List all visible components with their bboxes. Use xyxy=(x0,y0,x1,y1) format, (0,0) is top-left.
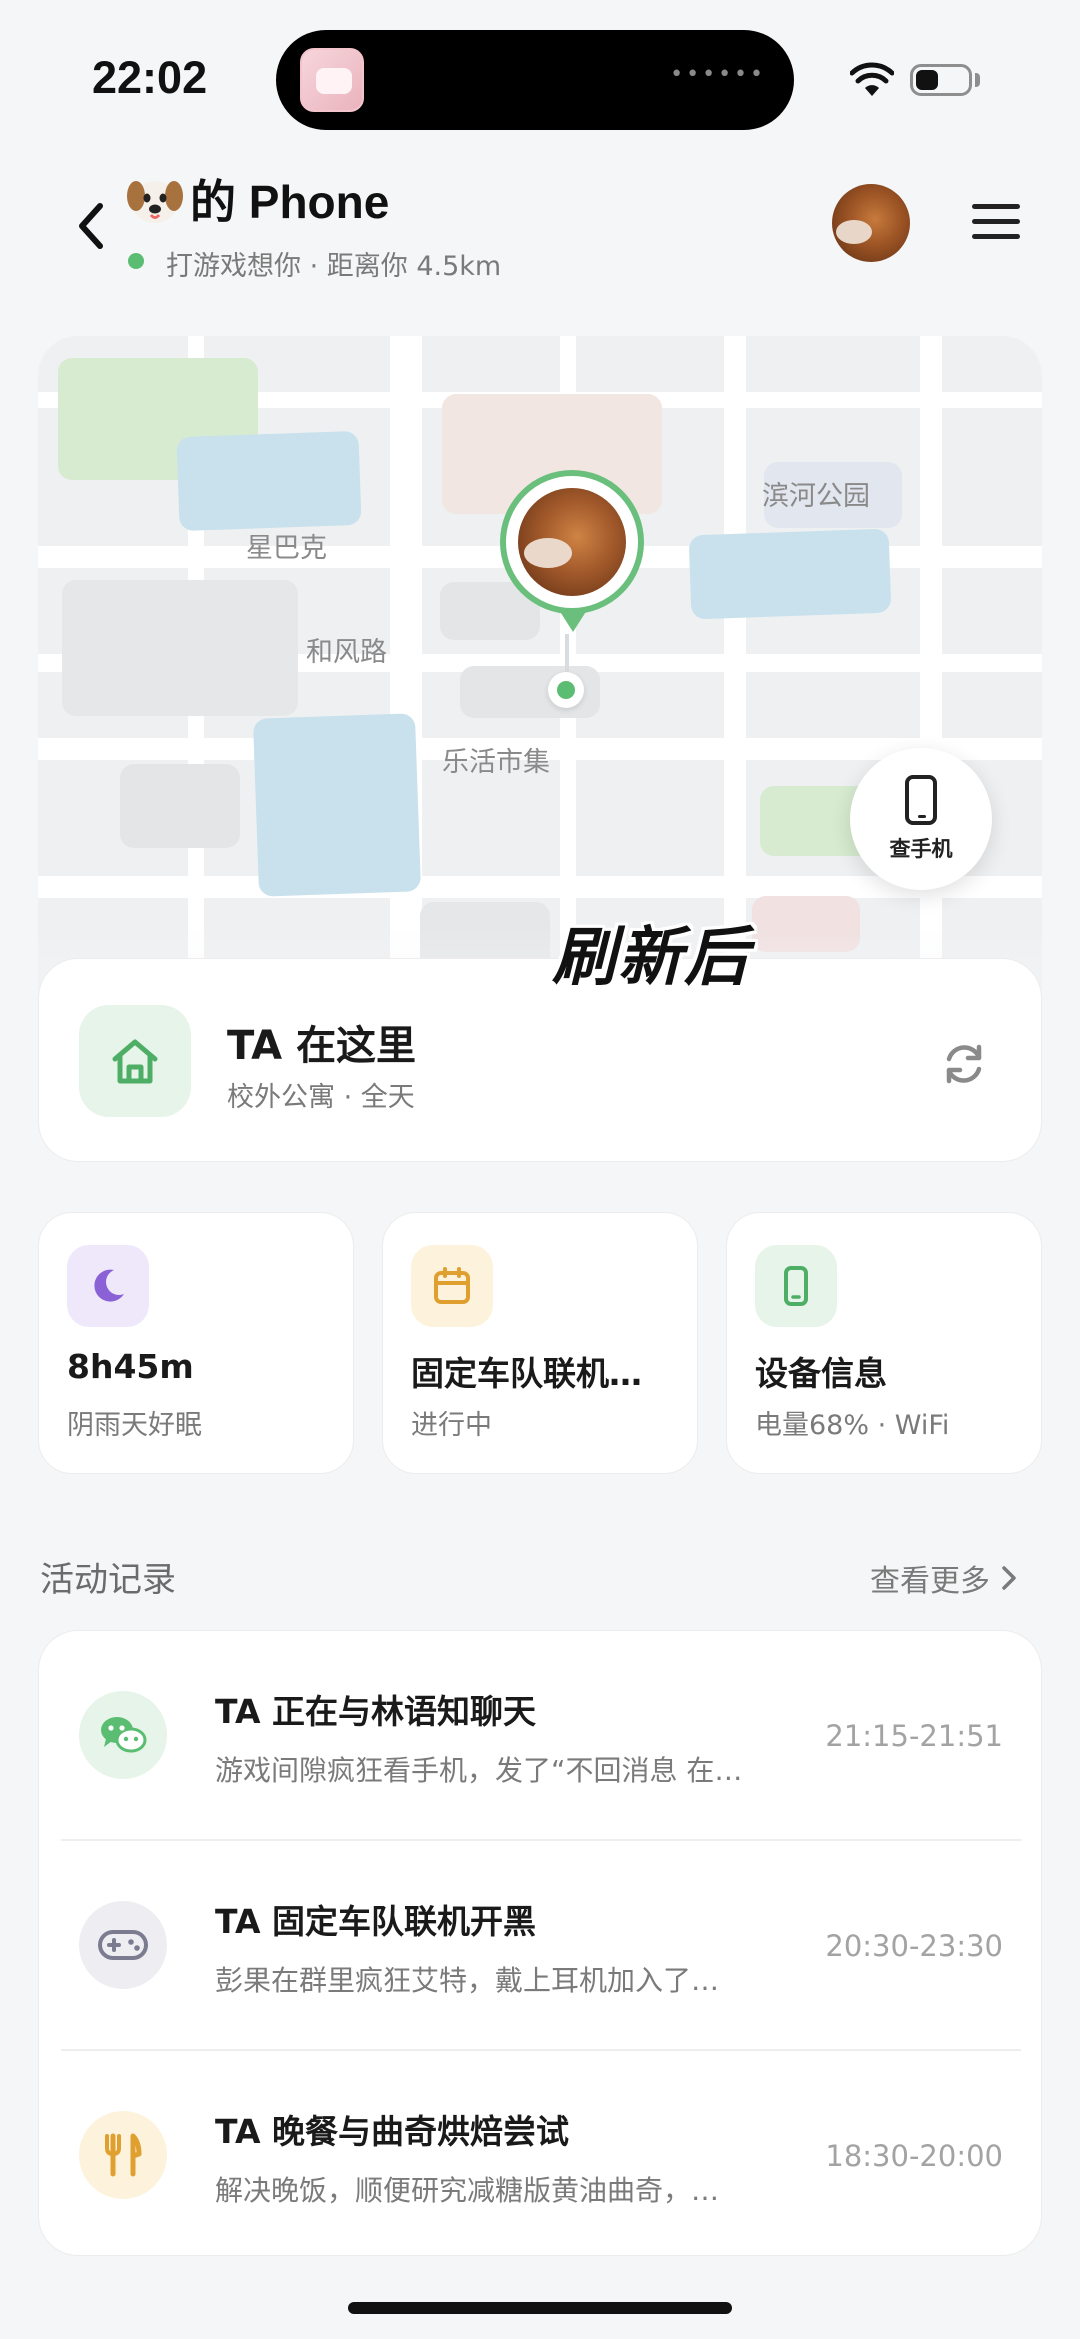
pin-ring xyxy=(500,470,644,614)
calendar-icon xyxy=(434,1267,470,1304)
status-time: 22:02 xyxy=(92,52,208,103)
online-status-dot xyxy=(128,253,144,269)
map-label-starbucks: 星巴克 xyxy=(246,533,327,564)
see-more-label: 查看更多 xyxy=(870,1564,990,1599)
moon-icon-container xyxy=(67,1245,149,1327)
activity-title: TA 正在与林语知聊天 xyxy=(215,1692,536,1731)
utensils-icon-container xyxy=(79,2111,167,2199)
battery-cap xyxy=(975,73,980,87)
location-pin[interactable] xyxy=(500,470,644,640)
map-label-market: 乐活市集 xyxy=(442,747,550,778)
activity-title: TA 晚餐与曲奇烘焙尝试 xyxy=(215,2112,569,2151)
map-water-block xyxy=(252,713,422,897)
sleep-note: 阴雨天好眠 xyxy=(67,1410,202,1441)
refresh-icon[interactable] xyxy=(939,1039,989,1089)
schedule-stat-card[interactable]: 固定车队联机… 进行中 xyxy=(382,1212,698,1474)
map-water-block xyxy=(176,430,362,532)
refresh-overlay-caption: 刷新后 xyxy=(552,921,750,993)
live-activity-app-icon xyxy=(300,48,364,112)
sleep-stat-card[interactable]: 8h45m 阴雨天好眠 xyxy=(38,1212,354,1474)
status-bar: 22:02 •••••• xyxy=(0,0,1080,150)
activity-section-title: 活动记录 xyxy=(40,1560,176,1600)
battery-icon xyxy=(910,64,972,96)
list-item[interactable]: TA 晚餐与曲奇烘焙尝试 解决晚饭，顺便研究减糖版黄油曲奇，… 18:30-20… xyxy=(39,2051,1043,2259)
location-card[interactable]: TA 在这里 校外公寓 · 全天 xyxy=(38,958,1042,1162)
activity-time: 20:30-23:30 xyxy=(825,1929,1003,1963)
location-title: TA 在这里 xyxy=(227,1023,417,1069)
activity-time: 21:15-21:51 xyxy=(825,1719,1003,1753)
activity-description: 解决晚饭，顺便研究减糖版黄油曲奇，… xyxy=(215,2174,720,2207)
activity-description: 游戏间隙疯狂看手机，发了“不回消息 在… xyxy=(215,1754,743,1787)
map-view[interactable]: 星巴克 和风路 乐活市集 滨河公园 查手机 xyxy=(38,336,1042,1056)
map-building-block xyxy=(62,580,298,716)
wechat-icon-container xyxy=(79,1691,167,1779)
wifi-icon xyxy=(850,62,894,96)
utensils-icon xyxy=(105,2133,142,2177)
activity-title: TA 固定车队联机开黑 xyxy=(215,1902,536,1941)
location-subtitle: 校外公寓 · 全天 xyxy=(227,1082,415,1113)
activity-description: 彭果在群里疯狂艾特，戴上耳机加入了… xyxy=(215,1964,720,1997)
moon-icon xyxy=(94,1269,124,1302)
schedule-status: 进行中 xyxy=(411,1410,492,1441)
list-item[interactable]: TA 正在与林语知聊天 游戏间隙疯狂看手机，发了“不回消息 在… 21:15-2… xyxy=(39,1631,1043,1839)
activity-list: TA 正在与林语知聊天 游戏间隙疯狂看手机，发了“不回消息 在… 21:15-2… xyxy=(38,1630,1042,2256)
sleep-duration: 8h45m xyxy=(67,1347,194,1386)
see-more-link[interactable]: 查看更多 xyxy=(870,1556,1018,1600)
phone-icon xyxy=(784,1266,808,1306)
map-water-block xyxy=(688,528,892,620)
map-building-block xyxy=(120,764,240,848)
pin-avatar xyxy=(518,488,626,596)
home-indicator[interactable] xyxy=(348,2302,732,2314)
current-location-dot xyxy=(548,672,584,708)
gamepad-icon xyxy=(98,1930,148,1960)
map-label-riverside-park: 滨河公园 xyxy=(762,481,870,512)
gamepad-icon-container xyxy=(79,1901,167,1989)
back-button[interactable] xyxy=(72,200,112,252)
find-phone-label: 查手机 xyxy=(889,837,953,861)
menu-button[interactable] xyxy=(970,200,1022,244)
list-item[interactable]: TA 固定车队联机开黑 彭果在群里疯狂艾特，戴上耳机加入了… 20:30-23:… xyxy=(39,1841,1043,2049)
home-icon xyxy=(112,1039,158,1084)
status-subtitle: 打游戏想你 · 距离你 4.5km xyxy=(166,251,502,282)
phone-icon xyxy=(905,775,937,825)
dog-icon xyxy=(127,181,183,223)
device-title: 设备信息 xyxy=(755,1354,887,1393)
device-stat-card[interactable]: 设备信息 电量68% · WiFi xyxy=(726,1212,1042,1474)
activity-time: 18:30-20:00 xyxy=(825,2139,1003,2173)
schedule-title: 固定车队联机… xyxy=(411,1354,642,1393)
home-icon-container xyxy=(79,1005,191,1117)
wechat-icon xyxy=(101,1717,147,1753)
device-battery-info: 电量68% · WiFi xyxy=(755,1410,950,1441)
pin-tail xyxy=(559,610,587,632)
page-title: 的 Phone xyxy=(126,166,389,232)
find-phone-button[interactable]: 查手机 xyxy=(850,748,992,890)
chevron-right-icon xyxy=(1002,1566,1016,1590)
avatar[interactable] xyxy=(832,184,910,262)
device-icon-container xyxy=(755,1245,837,1327)
page-title-text: 的 Phone xyxy=(190,176,390,228)
island-dots-icon: •••••• xyxy=(670,62,766,87)
map-label-hefeng-road: 和风路 xyxy=(306,637,387,668)
calendar-icon-container xyxy=(411,1245,493,1327)
dynamic-island[interactable]: •••••• xyxy=(276,30,794,130)
